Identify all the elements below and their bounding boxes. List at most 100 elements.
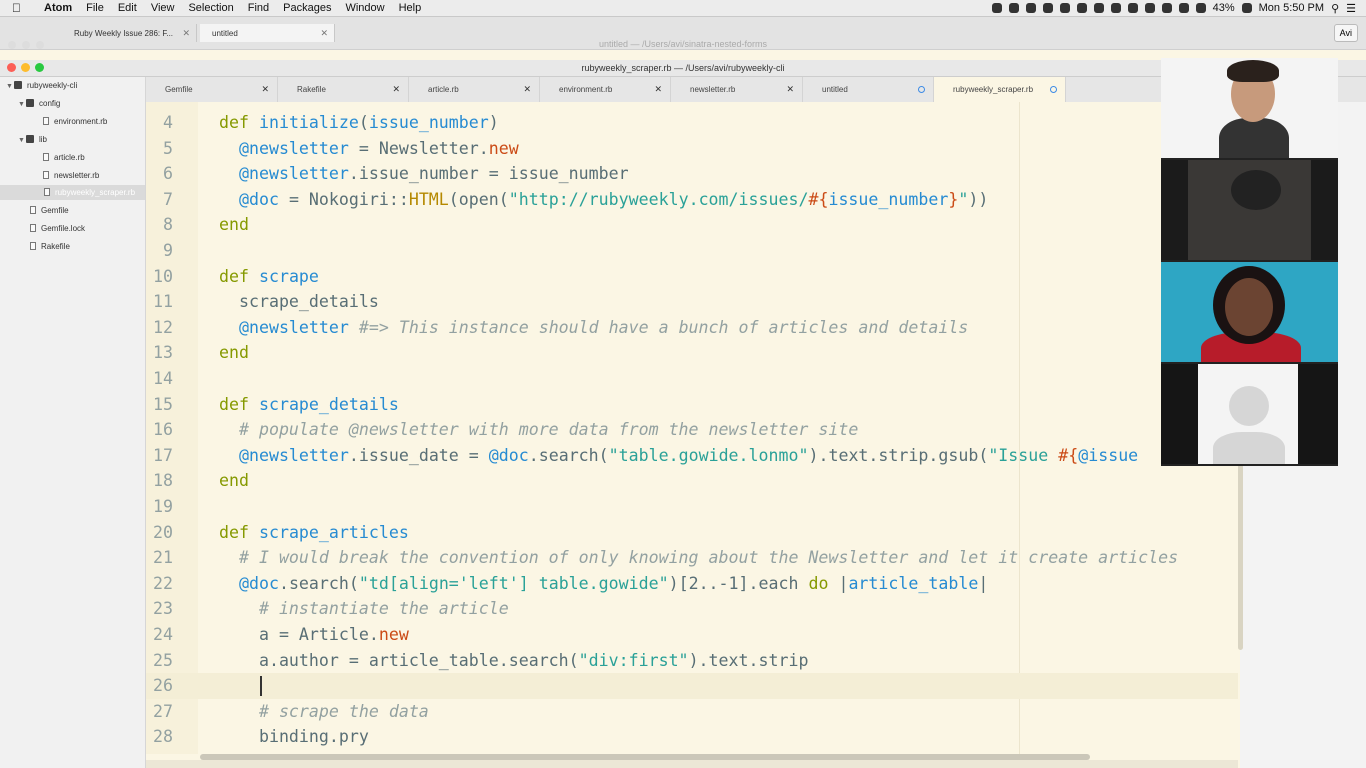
close-window-button[interactable] — [7, 63, 16, 72]
spotlight-search-icon[interactable]: ⚲ — [1331, 2, 1339, 15]
app-status-icon[interactable] — [1008, 3, 1019, 13]
code-line[interactable]: 18 end — [146, 468, 1238, 494]
code-line[interactable]: 16 # populate @newsletter with more data… — [146, 417, 1238, 443]
line-number: 13 — [153, 343, 173, 363]
tab-untitled[interactable]: untitled — [803, 77, 934, 102]
menu-help[interactable]: Help — [399, 2, 422, 14]
app-status-icon[interactable] — [1093, 3, 1104, 13]
close-icon[interactable]: ✕ — [654, 77, 662, 102]
code-line[interactable]: 19 — [146, 494, 1238, 520]
close-icon[interactable]: ✕ — [320, 28, 328, 39]
menu-view[interactable]: View — [151, 2, 175, 14]
wifi-icon[interactable] — [1195, 3, 1206, 13]
tree-file-gemfile-lock[interactable]: Gemfile.lock — [30, 221, 85, 236]
tree-folder-config[interactable]: ▼ config — [18, 96, 60, 111]
code-line[interactable]: 25 a.author = article_table.search("div:… — [146, 648, 1238, 674]
menu-selection[interactable]: Selection — [188, 2, 233, 14]
code-token: "div:first" — [578, 650, 689, 670]
menubar-clock[interactable]: Mon 5:50 PM — [1259, 2, 1324, 14]
tree-view: ▼ rubyweekly-cli ▼ config environment.rb ▼… — [0, 77, 146, 768]
twitter-icon[interactable] — [1127, 3, 1138, 13]
zoom-window-button[interactable] — [35, 63, 44, 72]
tree-root-folder[interactable]: ▼ rubyweekly-cli — [6, 78, 77, 93]
close-icon[interactable]: ✕ — [182, 28, 190, 39]
code-text: @newsletter #=> This instance should hav… — [219, 315, 968, 341]
code-line[interactable]: 11 scrape_details — [146, 289, 1238, 315]
code-text: @newsletter.issue_number = issue_number — [219, 161, 629, 187]
code-line[interactable]: 5 @newsletter = Newsletter.new — [146, 136, 1238, 162]
code-line[interactable]: 15 def scrape_details — [146, 392, 1238, 418]
menu-app-name[interactable]: Atom — [44, 2, 72, 14]
participant-video-tile[interactable] — [1161, 58, 1338, 158]
volume-icon[interactable] — [1161, 3, 1172, 13]
tree-file-environment[interactable]: environment.rb — [43, 114, 107, 129]
menu-edit[interactable]: Edit — [118, 2, 137, 14]
minimize-window-button[interactable] — [21, 63, 30, 72]
code-line[interactable]: 22 @doc.search("td[align='left'] table.g… — [146, 571, 1238, 597]
code-token: | — [978, 573, 989, 593]
apple-icon[interactable]:  — [12, 1, 30, 15]
inactive-window-button[interactable] — [36, 41, 44, 49]
code-token: scrape_details — [219, 292, 379, 312]
code-line[interactable]: 27 # scrape the data — [146, 699, 1238, 725]
app-status-icon[interactable] — [1059, 3, 1070, 13]
app-status-icon[interactable] — [1042, 3, 1053, 13]
tab-newsletter[interactable]: newsletter.rb ✕ — [671, 77, 803, 102]
app-status-icon[interactable] — [1110, 3, 1121, 13]
tree-file-scraper-selected[interactable]: rubyweekly_scraper.rb — [0, 185, 145, 200]
tree-file-newsletter[interactable]: newsletter.rb — [43, 168, 99, 183]
tab-environment[interactable]: environment.rb ✕ — [540, 77, 671, 102]
code-line[interactable]: 8 end — [146, 212, 1238, 238]
tab-gemfile[interactable]: Gemfile ✕ — [146, 77, 278, 102]
code-line[interactable]: 7 @doc = Nokogiri::HTML(open("http://rub… — [146, 187, 1238, 213]
code-editor[interactable]: 4 def initialize(issue_number) 5 @newslett… — [146, 102, 1238, 754]
participant-video-tile[interactable] — [1161, 262, 1338, 362]
menu-find[interactable]: Find — [248, 2, 269, 14]
code-line[interactable]: 28 binding.pry — [146, 724, 1238, 750]
code-line[interactable]: 14 — [146, 366, 1238, 392]
menu-window[interactable]: Window — [345, 2, 384, 14]
menu-packages[interactable]: Packages — [283, 2, 331, 14]
code-line[interactable]: 13 end — [146, 340, 1238, 366]
code-line[interactable]: 6 @newsletter.issue_number = issue_numbe… — [146, 161, 1238, 187]
inactive-window-button[interactable] — [22, 41, 30, 49]
battery-percent[interactable]: 43% — [1213, 2, 1235, 14]
vertical-scrollbar[interactable] — [1238, 460, 1243, 650]
line-number: 23 — [153, 599, 173, 619]
close-icon[interactable]: ✕ — [392, 77, 400, 102]
code-line[interactable]: 26 — [146, 673, 1238, 699]
code-line[interactable]: 4 def initialize(issue_number) — [146, 110, 1238, 136]
close-icon[interactable]: ✕ — [523, 77, 531, 102]
tab-article[interactable]: article.rb ✕ — [409, 77, 540, 102]
code-text: a = Article.new — [219, 622, 409, 648]
tree-file-rakefile[interactable]: Rakefile — [30, 239, 70, 254]
app-status-icon[interactable] — [1025, 3, 1036, 13]
tab-rakefile[interactable]: Rakefile ✕ — [278, 77, 409, 102]
dropbox-icon[interactable] — [991, 3, 1002, 13]
app-status-icon[interactable] — [1076, 3, 1087, 13]
code-line[interactable]: 17 @newsletter.issue_date = @doc.search(… — [146, 443, 1238, 469]
notification-center-icon[interactable]: ☰ — [1346, 2, 1356, 15]
bluetooth-icon[interactable] — [1178, 3, 1189, 13]
tab-rubyweekly-scraper-active[interactable]: rubyweekly_scraper.rb — [934, 77, 1066, 102]
participant-video-tile[interactable] — [1161, 364, 1338, 464]
code-line[interactable]: 21 # I would break the convention of onl… — [146, 545, 1238, 571]
inactive-window-button[interactable] — [8, 41, 16, 49]
participant-video-tile[interactable] — [1161, 160, 1338, 260]
code-token: end — [219, 343, 249, 363]
airplay-icon[interactable] — [1144, 3, 1155, 13]
menu-file[interactable]: File — [86, 2, 104, 14]
code-line[interactable]: 24 a = Article.new — [146, 622, 1238, 648]
code-line[interactable]: 23 # instantiate the article — [146, 596, 1238, 622]
close-icon[interactable]: ✕ — [786, 77, 794, 102]
tree-folder-lib[interactable]: ▼ lib — [18, 132, 47, 147]
code-line[interactable]: 10 def scrape — [146, 264, 1238, 290]
close-icon[interactable]: ✕ — [261, 77, 269, 102]
battery-icon[interactable] — [1241, 3, 1252, 13]
code-line[interactable]: 9 — [146, 238, 1238, 264]
code-line[interactable]: 12 @newsletter #=> This instance should … — [146, 315, 1238, 341]
tree-file-article[interactable]: article.rb — [43, 150, 85, 165]
tree-file-gemfile[interactable]: Gemfile — [30, 203, 69, 218]
code-line[interactable]: 20 def scrape_articles — [146, 520, 1238, 546]
